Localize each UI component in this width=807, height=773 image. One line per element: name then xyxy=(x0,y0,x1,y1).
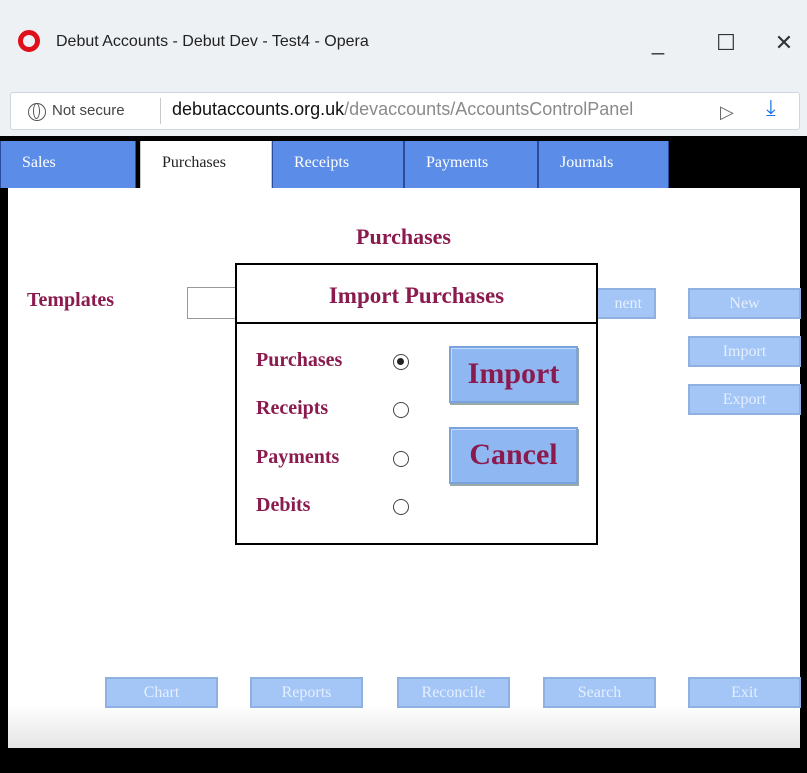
option-debits-radio[interactable] xyxy=(393,499,409,515)
import-side-button[interactable]: Import xyxy=(688,336,801,367)
tab-payments[interactable]: Payments xyxy=(404,141,538,188)
option-payments-label[interactable]: Payments xyxy=(256,446,339,469)
option-receipts-label[interactable]: Receipts xyxy=(256,397,328,420)
url-host: debutaccounts.org.uk xyxy=(172,99,345,119)
exit-button[interactable]: Exit xyxy=(688,677,801,708)
dialog-title: Import Purchases xyxy=(328,283,505,308)
security-indicator[interactable]: Not secure xyxy=(52,102,125,119)
export-button[interactable]: Export xyxy=(688,384,801,415)
minimize-button[interactable]: _ xyxy=(635,20,681,66)
url-text[interactable]: debutaccounts.org.uk/devaccounts/Account… xyxy=(172,99,633,120)
option-purchases-radio[interactable] xyxy=(393,354,409,370)
option-payments-radio[interactable] xyxy=(393,451,409,467)
option-debits-label[interactable]: Debits xyxy=(256,494,310,517)
url-path: /devaccounts/AccountsControlPanel xyxy=(344,99,634,119)
chart-button[interactable]: Chart xyxy=(105,677,218,708)
window-title: Debut Accounts - Debut Dev - Test4 - Ope… xyxy=(56,33,369,50)
tab-sales[interactable]: Sales xyxy=(0,141,136,188)
reconcile-button[interactable]: Reconcile xyxy=(397,677,510,708)
maximize-button[interactable]: ☐ xyxy=(703,20,749,66)
close-button[interactable]: ✕ xyxy=(761,20,807,66)
templates-label: Templates xyxy=(27,289,115,311)
page-title: Purchases xyxy=(356,224,451,249)
status-bar xyxy=(8,708,800,748)
opera-logo-icon xyxy=(18,30,40,52)
globe-icon[interactable] xyxy=(28,103,46,121)
tab-receipts[interactable]: Receipts xyxy=(272,141,404,188)
address-separator xyxy=(160,98,161,124)
import-button[interactable]: Import xyxy=(449,346,578,403)
tab-journals[interactable]: Journals xyxy=(538,141,669,188)
reports-button[interactable]: Reports xyxy=(250,677,363,708)
tab-purchases[interactable]: Purchases xyxy=(140,141,272,188)
search-button[interactable]: Search xyxy=(543,677,656,708)
cancel-button[interactable]: Cancel xyxy=(449,427,578,484)
send-icon[interactable]: ▷ xyxy=(720,102,734,123)
new-button[interactable]: New xyxy=(688,288,801,319)
bottom-edge xyxy=(0,748,807,773)
download-icon[interactable]: ⤓ xyxy=(766,96,776,121)
option-purchases-label[interactable]: Purchases xyxy=(256,349,342,372)
option-receipts-radio[interactable] xyxy=(393,402,409,418)
